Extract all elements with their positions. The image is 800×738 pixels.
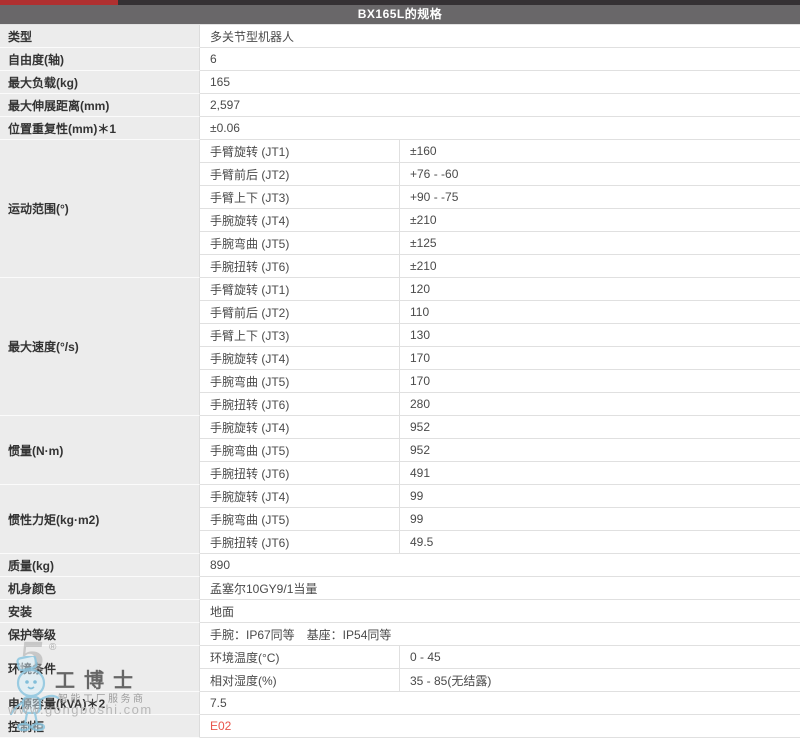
spec-value: 170 bbox=[400, 347, 800, 370]
spec-value: 491 bbox=[400, 462, 800, 485]
spec-subrow: 运动范围(°)手臂旋转 (JT1)±160 bbox=[0, 140, 800, 163]
spec-value: 2,597 bbox=[200, 94, 800, 117]
spec-row: 类型多关节型机器人 bbox=[0, 25, 800, 48]
spec-table: 类型多关节型机器人自由度(轴)6最大负载(kg)165最大伸展距离(mm)2,5… bbox=[0, 24, 800, 738]
spec-value: 170 bbox=[400, 370, 800, 393]
spec-value: ±125 bbox=[400, 232, 800, 255]
spec-value: 手腕：IP67同等 基座：IP54同等 bbox=[200, 623, 800, 646]
sub-row-label: 环境温度(°C) bbox=[200, 646, 400, 669]
spec-page: BX165L的规格 类型多关节型机器人自由度(轴)6最大负载(kg)165最大伸… bbox=[0, 0, 800, 738]
sub-row-label: 手腕旋转 (JT4) bbox=[200, 209, 400, 232]
spec-value: 0 - 45 bbox=[400, 646, 800, 669]
spec-value: 280 bbox=[400, 393, 800, 416]
spec-value: 多关节型机器人 bbox=[200, 25, 800, 48]
sub-row-label: 手腕扭转 (JT6) bbox=[200, 462, 400, 485]
spec-value: 165 bbox=[200, 71, 800, 94]
row-label: 电源容量(kVA)＊2 bbox=[0, 692, 200, 715]
row-label: 运动范围(°) bbox=[0, 140, 200, 278]
row-label: 惯量(N·m) bbox=[0, 416, 200, 485]
spec-row: 自由度(轴)6 bbox=[0, 48, 800, 71]
sub-row-label: 手臂旋转 (JT1) bbox=[200, 140, 400, 163]
row-label: 质量(kg) bbox=[0, 554, 200, 577]
sub-row-label: 手腕弯曲 (JT5) bbox=[200, 508, 400, 531]
spec-value: E02 bbox=[200, 715, 800, 738]
spec-subrow: 环境条件环境温度(°C)0 - 45 bbox=[0, 646, 800, 669]
sub-row-label: 手臂前后 (JT2) bbox=[200, 301, 400, 324]
spec-value: 952 bbox=[400, 439, 800, 462]
sub-row-label: 手臂上下 (JT3) bbox=[200, 324, 400, 347]
sub-row-label: 手腕扭转 (JT6) bbox=[200, 531, 400, 554]
top-strip-accent bbox=[0, 0, 118, 5]
sub-row-label: 手腕扭转 (JT6) bbox=[200, 255, 400, 278]
spec-value: 99 bbox=[400, 508, 800, 531]
sub-row-label: 手腕旋转 (JT4) bbox=[200, 485, 400, 508]
sub-row-label: 手臂前后 (JT2) bbox=[200, 163, 400, 186]
row-label: 安装 bbox=[0, 600, 200, 623]
spec-value: 地面 bbox=[200, 600, 800, 623]
sub-row-label: 手腕弯曲 (JT5) bbox=[200, 370, 400, 393]
sub-row-label: 手臂旋转 (JT1) bbox=[200, 278, 400, 301]
row-label: 最大负载(kg) bbox=[0, 71, 200, 94]
row-label: 控制柜 bbox=[0, 715, 200, 738]
row-label: 最大速度(°/s) bbox=[0, 278, 200, 416]
sub-row-label: 手腕弯曲 (JT5) bbox=[200, 232, 400, 255]
sub-row-label: 手臂上下 (JT3) bbox=[200, 186, 400, 209]
spec-row: 最大负载(kg)165 bbox=[0, 71, 800, 94]
spec-value: +90 - -75 bbox=[400, 186, 800, 209]
spec-value: 110 bbox=[400, 301, 800, 324]
spec-value: ±210 bbox=[400, 209, 800, 232]
spec-value: 952 bbox=[400, 416, 800, 439]
sub-row-label: 相对湿度(%) bbox=[200, 669, 400, 692]
spec-value: 7.5 bbox=[200, 692, 800, 715]
spec-value: 49.5 bbox=[400, 531, 800, 554]
spec-row: 质量(kg)890 bbox=[0, 554, 800, 577]
row-label: 环境条件 bbox=[0, 646, 200, 692]
spec-value: 890 bbox=[200, 554, 800, 577]
spec-row: 电源容量(kVA)＊27.5 bbox=[0, 692, 800, 715]
spec-value: ±210 bbox=[400, 255, 800, 278]
spec-value: 130 bbox=[400, 324, 800, 347]
spec-value: 6 bbox=[200, 48, 800, 71]
spec-subrow: 最大速度(°/s)手臂旋转 (JT1)120 bbox=[0, 278, 800, 301]
spec-value: 120 bbox=[400, 278, 800, 301]
row-label: 最大伸展距离(mm) bbox=[0, 94, 200, 117]
sub-row-label: 手腕旋转 (JT4) bbox=[200, 416, 400, 439]
spec-subrow: 惯性力矩(kg·m2)手腕旋转 (JT4)99 bbox=[0, 485, 800, 508]
sub-row-label: 手腕扭转 (JT6) bbox=[200, 393, 400, 416]
spec-value: 35 - 85(无结露) bbox=[400, 669, 800, 692]
row-label: 自由度(轴) bbox=[0, 48, 200, 71]
spec-row: 控制柜E02 bbox=[0, 715, 800, 738]
spec-value: 99 bbox=[400, 485, 800, 508]
page-title: BX165L的规格 bbox=[0, 5, 800, 24]
spec-value: +76 - -60 bbox=[400, 163, 800, 186]
row-label: 类型 bbox=[0, 25, 200, 48]
spec-value: ±0.06 bbox=[200, 117, 800, 140]
row-label: 机身颜色 bbox=[0, 577, 200, 600]
spec-row: 位置重复性(mm)＊1±0.06 bbox=[0, 117, 800, 140]
row-label: 保护等级 bbox=[0, 623, 200, 646]
spec-value: ±160 bbox=[400, 140, 800, 163]
spec-row: 机身颜色孟塞尔10GY9/1当量 bbox=[0, 577, 800, 600]
top-strip bbox=[0, 0, 800, 5]
sub-row-label: 手腕旋转 (JT4) bbox=[200, 347, 400, 370]
spec-row: 保护等级手腕：IP67同等 基座：IP54同等 bbox=[0, 623, 800, 646]
spec-row: 安装地面 bbox=[0, 600, 800, 623]
spec-row: 最大伸展距离(mm)2,597 bbox=[0, 94, 800, 117]
spec-value: 孟塞尔10GY9/1当量 bbox=[200, 577, 800, 600]
row-label: 惯性力矩(kg·m2) bbox=[0, 485, 200, 554]
sub-row-label: 手腕弯曲 (JT5) bbox=[200, 439, 400, 462]
row-label: 位置重复性(mm)＊1 bbox=[0, 117, 200, 140]
spec-subrow: 惯量(N·m)手腕旋转 (JT4)952 bbox=[0, 416, 800, 439]
